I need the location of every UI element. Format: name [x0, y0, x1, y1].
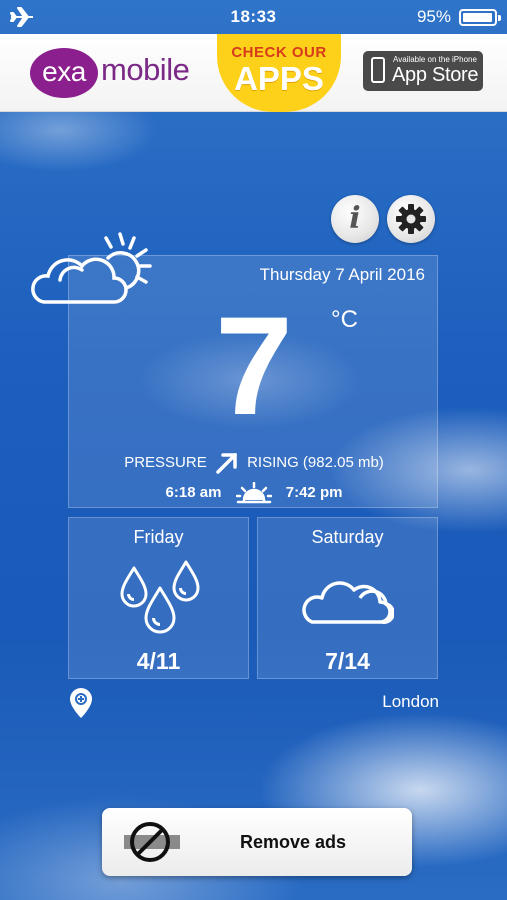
location-city: London: [382, 692, 439, 711]
current-temperature: 7: [215, 287, 293, 444]
forecast-temp-range: 7/14: [325, 648, 370, 674]
battery-percentage: 95%: [416, 7, 451, 26]
ad-brand-name: mobile: [101, 52, 190, 87]
ad-cta-line1: CHECK OUR: [231, 44, 327, 61]
forecast-card-friday[interactable]: Friday 4/11: [68, 517, 249, 679]
remove-ads-label: Remove ads: [240, 832, 347, 852]
sunrise-icon: [235, 482, 272, 504]
rain-drops-icon: [120, 560, 199, 634]
pressure-label: PRESSURE: [124, 453, 207, 471]
sunrise-time: 6:18 am: [165, 483, 222, 501]
app-store-text: App Store: [392, 64, 479, 86]
iphone-icon: [371, 57, 385, 83]
ad-cta-badge[interactable]: CHECK OUR APPS: [217, 34, 341, 112]
ad-banner[interactable]: exa mobile CHECK OUR APPS Available on t…: [0, 34, 507, 112]
app-store-badge[interactable]: Available on the iPhone App Store: [363, 51, 483, 91]
cloud-icon: [301, 581, 395, 624]
forecast-card-saturday[interactable]: Saturday 7/14: [257, 517, 438, 679]
temperature-unit: °C: [331, 306, 358, 333]
info-icon: i: [349, 201, 361, 236]
forecast-day: Saturday: [311, 527, 384, 547]
remove-ads-button[interactable]: Remove ads: [102, 808, 412, 876]
app-store-small-text: Available on the iPhone: [393, 55, 477, 64]
info-button[interactable]: i: [331, 195, 379, 243]
pressure-value: RISING (982.05 mb): [247, 453, 384, 471]
current-weather-panel: Thursday 7 April 2016 7 °C PRESSURE RISI…: [68, 255, 438, 508]
ad-brand-logo: exa: [30, 48, 98, 98]
forecast-temp-range: 4/11: [136, 648, 181, 674]
arrow-up-right-icon: [216, 453, 237, 474]
status-bar: 18:33 95%: [0, 0, 507, 34]
no-ads-icon: [124, 822, 180, 862]
location-pin-icon[interactable]: [68, 686, 94, 720]
battery-icon: [459, 9, 501, 26]
pressure-row: PRESSURE RISING (982.05 mb): [69, 451, 439, 475]
sunset-time: 7:42 pm: [285, 483, 343, 501]
sun-times-row: 6:18 am 7:42 pm: [69, 482, 439, 504]
settings-button[interactable]: [387, 195, 435, 243]
current-date: Thursday 7 April 2016: [259, 265, 425, 284]
forecast-day: Friday: [133, 527, 184, 547]
ad-cta-line2: APPS: [234, 60, 324, 97]
gear-icon: [396, 204, 426, 234]
